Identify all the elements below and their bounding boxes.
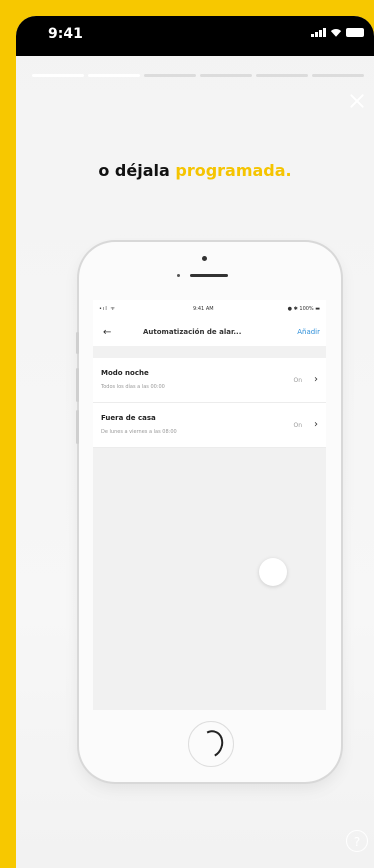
status-icons <box>311 28 364 37</box>
screen-time: 9:41 AM <box>193 306 214 312</box>
add-button[interactable]: Añadir <box>297 328 320 336</box>
item-schedule: De lunes a viernes a las 08:00 <box>101 429 177 435</box>
progress-segment <box>256 74 308 77</box>
wifi-icon <box>330 28 342 37</box>
phone-camera <box>202 256 207 261</box>
phone-screen: •ıl ᯤ 9:41 AM ● ✱ 100% ▬ ← Automatizació… <box>93 300 326 710</box>
headline: o déjala programada. <box>16 161 374 180</box>
touch-indicator <box>259 558 287 586</box>
chevron-right-icon: › <box>314 374 318 385</box>
automation-item-away[interactable]: Fuera de casa De lunes a viernes a las 0… <box>93 403 326 448</box>
progress-segment <box>88 74 140 77</box>
automation-list: Modo noche Todos los días a las 00:00 On… <box>93 358 326 448</box>
screen-signal: •ıl ᯤ <box>99 306 116 312</box>
status-bar: 9:41 <box>16 16 374 56</box>
phone-side-button <box>76 410 79 444</box>
signal-icon <box>311 28 326 37</box>
screen-status-bar: •ıl ᯤ 9:41 AM ● ✱ 100% ▬ <box>93 300 326 318</box>
headline-text: o déjala <box>98 161 176 180</box>
close-icon[interactable] <box>348 92 366 110</box>
item-status: On <box>293 377 302 384</box>
item-schedule: Todos los días a las 00:00 <box>101 384 165 390</box>
screen-battery: ● ✱ 100% ▬ <box>287 306 320 312</box>
phone-side-button <box>76 332 79 354</box>
back-arrow-icon[interactable]: ← <box>103 327 111 338</box>
phone-sensor <box>177 274 180 277</box>
status-time: 9:41 <box>48 26 83 42</box>
headline-accent: programada. <box>175 161 292 180</box>
story-frame: 9:41 o déjala programada. •ıl ᯤ 9:41 AM … <box>16 16 374 868</box>
battery-icon <box>346 28 364 37</box>
item-title: Modo noche <box>101 369 149 377</box>
help-icon[interactable]: ? <box>346 830 368 852</box>
item-status: On <box>293 422 302 429</box>
screen-header: ← Automatización de alar... Añadir <box>93 318 326 346</box>
phone-mockup: •ıl ᯤ 9:41 AM ● ✱ 100% ▬ ← Automatizació… <box>76 242 341 782</box>
phone-speaker <box>190 274 228 277</box>
phone-side-button <box>76 368 79 402</box>
progress-segment <box>144 74 196 77</box>
progress-segment <box>32 74 84 77</box>
home-button[interactable] <box>188 721 234 767</box>
chevron-right-icon: › <box>314 419 318 430</box>
screen-title: Automatización de alar... <box>143 328 242 336</box>
loading-ring-icon <box>194 726 228 762</box>
progress-segment <box>312 74 364 77</box>
story-progress <box>32 74 364 77</box>
progress-segment <box>200 74 252 77</box>
item-title: Fuera de casa <box>101 414 156 422</box>
automation-item-night[interactable]: Modo noche Todos los días a las 00:00 On… <box>93 358 326 403</box>
